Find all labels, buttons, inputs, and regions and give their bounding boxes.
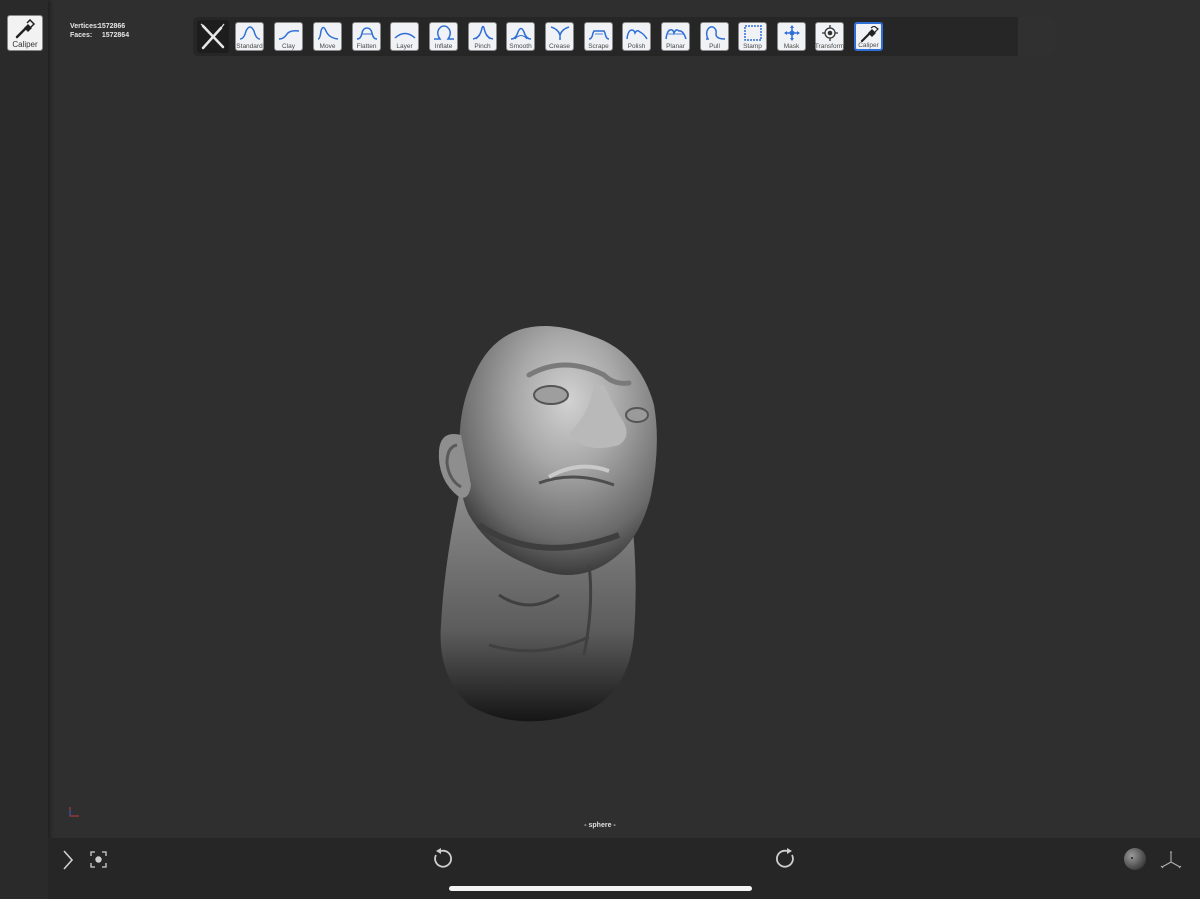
faces-label: Faces: bbox=[70, 32, 93, 39]
redo-icon[interactable] bbox=[776, 848, 798, 870]
crease-brush-icon bbox=[550, 26, 570, 40]
tool-crease[interactable]: Crease bbox=[545, 22, 574, 51]
tool-planar[interactable]: Planar bbox=[661, 22, 690, 51]
tool-polish[interactable]: Polish bbox=[622, 22, 651, 51]
brush-menu-button[interactable] bbox=[197, 20, 229, 53]
tool-label: Polish bbox=[627, 43, 646, 50]
tool-move[interactable]: Move bbox=[313, 22, 342, 51]
active-tool-label: Caliper bbox=[12, 40, 38, 49]
vertices-value: 1572866 bbox=[97, 23, 126, 30]
undo-icon[interactable] bbox=[430, 848, 452, 870]
flatten-brush-icon bbox=[356, 27, 378, 40]
tool-pinch[interactable]: Pinch bbox=[468, 22, 497, 51]
transform-icon bbox=[822, 25, 838, 41]
tool-label: Layer bbox=[396, 43, 413, 50]
caliper-icon bbox=[860, 26, 879, 42]
tool-mask[interactable]: Mask bbox=[777, 22, 806, 51]
caliper-icon bbox=[15, 19, 36, 39]
tool-label: Mask bbox=[783, 43, 800, 50]
axis-gizmo-icon[interactable] bbox=[1160, 848, 1182, 870]
tool-label: Transform bbox=[814, 43, 845, 50]
tool-label: Flatten bbox=[356, 43, 377, 50]
tool-standard[interactable]: Standard bbox=[235, 22, 264, 51]
tool-label: Move bbox=[319, 43, 336, 50]
tool-label: Clay bbox=[281, 43, 295, 50]
vertices-label: Vertices: bbox=[70, 23, 100, 30]
tool-label: Standard bbox=[236, 43, 263, 50]
polish-brush-icon bbox=[626, 29, 648, 40]
brush-menu-icon bbox=[200, 23, 225, 50]
tool-stamp[interactable]: Stamp bbox=[738, 22, 767, 51]
matcap-sphere-icon[interactable] bbox=[1123, 847, 1147, 871]
smooth-brush-icon bbox=[510, 27, 532, 40]
home-indicator[interactable] bbox=[449, 886, 752, 891]
tool-transform[interactable]: Transform bbox=[815, 22, 844, 51]
tool-caliper[interactable]: Caliper bbox=[854, 22, 883, 51]
tool-label: Crease bbox=[549, 43, 570, 50]
axis-indicator-icon bbox=[69, 807, 79, 817]
layer-brush-icon bbox=[394, 32, 416, 39]
tool-inflate[interactable]: Inflate bbox=[429, 22, 458, 51]
standard-brush-icon bbox=[239, 26, 261, 40]
brush-toolbar: Standard Clay Move Flatten Layer Inflate… bbox=[193, 17, 1055, 56]
pull-brush-icon bbox=[705, 26, 726, 40]
mesh-stats: Vertices: 1572866 Faces: 1572864 bbox=[70, 22, 129, 40]
faces-value: 1572864 bbox=[101, 32, 130, 39]
inflate-brush-icon bbox=[434, 25, 454, 40]
pinch-brush-icon bbox=[472, 25, 494, 40]
tool-flatten[interactable]: Flatten bbox=[352, 22, 381, 51]
tool-layer[interactable]: Layer bbox=[390, 22, 419, 51]
tool-label: Caliper bbox=[858, 42, 879, 49]
clay-brush-icon bbox=[278, 30, 300, 40]
toolbar-scroll-end bbox=[1018, 17, 1055, 56]
tool-smooth[interactable]: Smooth bbox=[506, 22, 535, 51]
tool-label: Scrape bbox=[588, 43, 609, 50]
expand-chevron-icon[interactable] bbox=[60, 849, 76, 871]
tool-label: Stamp bbox=[743, 43, 762, 50]
left-sidebar: Caliper bbox=[0, 0, 48, 899]
mask-brush-icon bbox=[784, 25, 800, 41]
tool-label: Planar bbox=[666, 43, 685, 50]
tool-label: Inflate bbox=[434, 43, 453, 50]
tool-pull[interactable]: Pull bbox=[700, 22, 729, 51]
tool-label: Smooth bbox=[509, 43, 532, 50]
tool-label: Pinch bbox=[474, 43, 491, 50]
tool-clay[interactable]: Clay bbox=[274, 22, 303, 51]
mesh-name-label[interactable]: - sphere - bbox=[0, 822, 1200, 829]
scrape-brush-icon bbox=[588, 30, 610, 40]
frame-camera-icon[interactable] bbox=[90, 851, 107, 868]
sculpted-head-mesh[interactable] bbox=[389, 265, 669, 730]
move-brush-icon bbox=[317, 26, 339, 40]
active-tool-button[interactable]: Caliper bbox=[7, 15, 43, 51]
tool-label: Pull bbox=[709, 43, 720, 50]
stamp-brush-icon bbox=[744, 25, 762, 41]
tool-scrape[interactable]: Scrape bbox=[584, 22, 613, 51]
planar-brush-icon bbox=[665, 29, 687, 40]
